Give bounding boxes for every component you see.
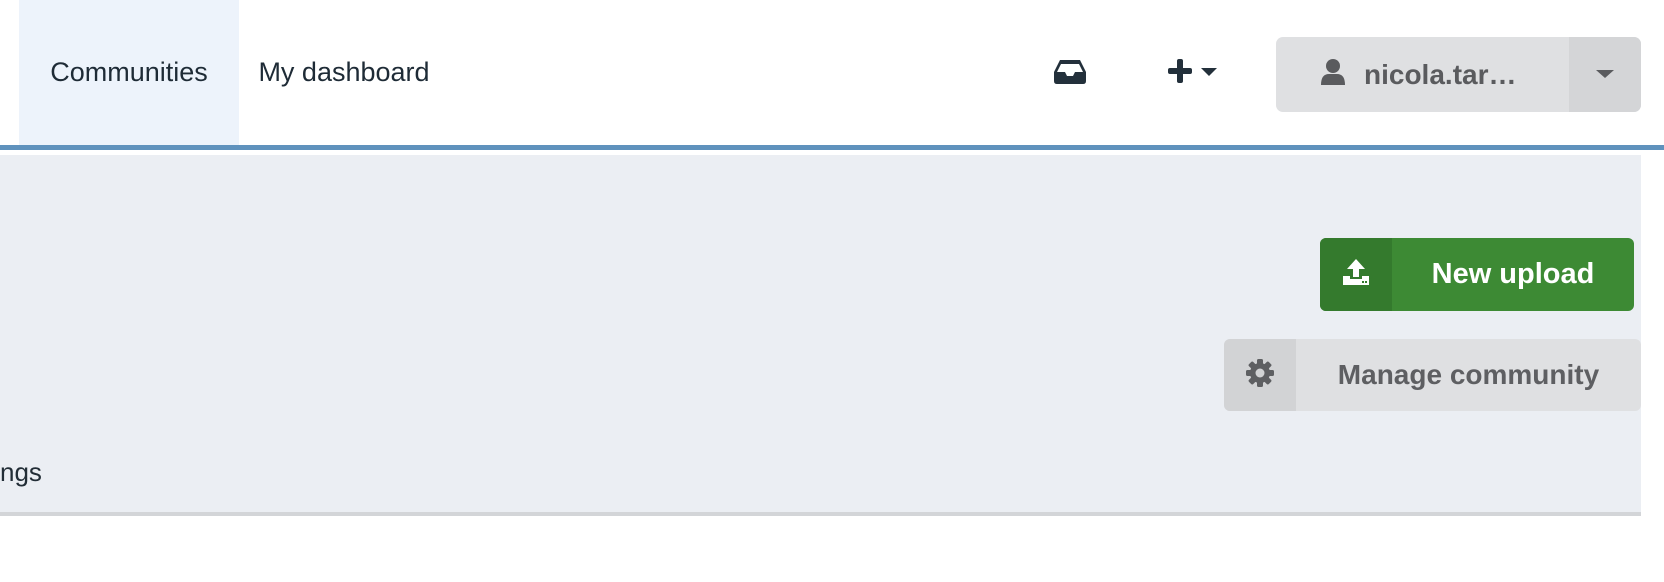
nav-item-communities[interactable]: Communities [19,0,239,145]
user-icon [1320,58,1346,91]
inbox-icon [1053,59,1087,90]
nav-item-my-dashboard[interactable]: My dashboard [239,0,449,145]
plus-icon [1167,58,1193,89]
manage-community-button[interactable]: Manage community [1224,339,1641,411]
inbox-button[interactable] [1049,54,1091,94]
nav-item-label: Communities [50,57,208,87]
create-menu-button[interactable] [1160,52,1224,94]
community-header [0,155,1641,516]
manage-community-label: Manage community [1337,359,1600,390]
caret-down-icon [1201,64,1217,82]
top-navbar: Communities My dashboard nicola.tar… [0,0,1664,150]
upload-icon-container [1320,238,1392,311]
user-menu[interactable]: nicola.tar… [1276,37,1641,112]
gear-icon [1245,358,1275,393]
gear-icon-container [1224,339,1296,411]
user-menu-main[interactable]: nicola.tar… [1276,37,1569,112]
tab-settings-partial[interactable]: ngs [0,457,42,488]
user-name: nicola.tar… [1364,58,1517,90]
user-menu-dropdown-toggle[interactable] [1569,37,1641,112]
new-upload-button[interactable]: New upload [1320,238,1634,311]
new-upload-label: New upload [1431,258,1595,290]
caret-down-icon [1596,66,1614,84]
nav-item-label: My dashboard [258,57,430,87]
upload-icon [1341,257,1371,292]
